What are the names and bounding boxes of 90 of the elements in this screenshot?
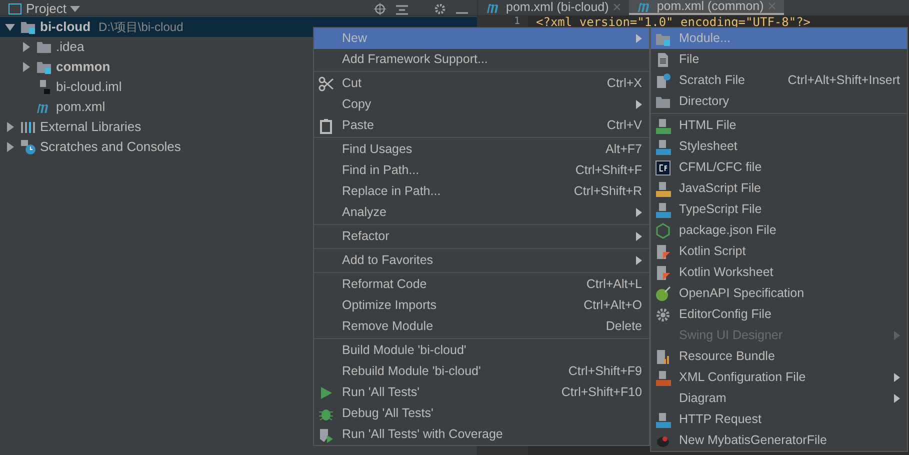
menu-item[interactable]: JavaScript File — [651, 178, 907, 199]
cf-file-icon — [655, 160, 671, 176]
hexagon-icon — [655, 222, 671, 238]
gear-icon — [655, 306, 671, 322]
menu-item[interactable]: XML Configuration File — [651, 367, 907, 388]
menu-item[interactable]: HTML File — [651, 115, 907, 136]
tree-label: bi-cloud.iml — [56, 78, 122, 96]
shortcut-text: Ctrl+Shift+R — [574, 183, 642, 200]
play-icon — [318, 384, 334, 400]
folder-icon — [36, 39, 52, 55]
menu-item[interactable]: package.json File — [651, 220, 907, 241]
menu-item[interactable]: Kotlin Script — [651, 241, 907, 262]
tree-label: common — [56, 58, 110, 76]
menu-item[interactable]: Directory — [651, 91, 907, 112]
kotlin-file-icon — [655, 244, 671, 260]
tree-label: Scratches and Consoles — [40, 138, 181, 156]
menu-item[interactable]: Optimize Imports Ctrl+Alt+O — [314, 295, 649, 316]
menu-item[interactable]: Analyze — [314, 202, 649, 223]
tree-label: pom.xml — [56, 98, 106, 116]
menu-item[interactable]: Find Usages Alt+F7 — [314, 139, 649, 160]
module-folder-icon — [36, 59, 52, 75]
shortcut-text: Ctrl+Shift+F — [575, 162, 642, 180]
menu-item[interactable]: Refactor — [314, 226, 649, 247]
shortcut-text: Ctrl+Shift+F9 — [568, 363, 642, 380]
menu-item[interactable]: Reformat Code Ctrl+Alt+L — [314, 274, 649, 295]
dropdown-caret-icon[interactable] — [70, 6, 80, 12]
menu-item[interactable]: Scratch File Ctrl+Alt+Shift+Insert — [651, 70, 907, 91]
openapi-icon — [655, 286, 671, 302]
menu-item[interactable]: Remove Module Delete — [314, 316, 649, 337]
menu-item[interactable]: New MybatisGeneratorFile — [651, 430, 907, 451]
ts-file-icon — [655, 202, 671, 218]
menu-item[interactable]: Cut Ctrl+X — [314, 73, 649, 94]
expanded-arrow-icon[interactable] — [5, 22, 15, 32]
menu-item[interactable]: Stylesheet — [651, 136, 907, 157]
shortcut-text: Ctrl+V — [606, 117, 642, 134]
menu-item[interactable]: Run 'All Tests' with Coverage — [314, 424, 649, 445]
panel-title[interactable]: Project — [26, 3, 66, 15]
html-file-icon — [655, 118, 671, 134]
code-line: <?xml version="1.0" encoding="UTF-8"?> — [535, 16, 811, 28]
shortcut-text: Alt+F7 — [606, 141, 642, 158]
menu-item[interactable]: TypeScript File — [651, 199, 907, 220]
menu-item[interactable]: Replace in Path... Ctrl+Shift+R — [314, 181, 649, 202]
menu-item[interactable]: Add to Favorites — [314, 250, 649, 271]
library-bars-icon — [20, 119, 36, 135]
tree-path: D:\项目\bi-cloud — [98, 19, 184, 36]
tree-label: bi-cloud — [40, 18, 91, 36]
menu-item[interactable]: Run 'All Tests' Ctrl+Shift+F10 — [314, 382, 649, 403]
shortcut-text: Ctrl+Alt+Shift+Insert — [788, 72, 900, 90]
editor-tab[interactable]: pom.xml (common) — [628, 0, 784, 15]
scratch-clock-icon — [20, 139, 36, 155]
collapse-all-icon[interactable] — [395, 3, 409, 15]
api-file-icon — [655, 412, 671, 428]
xml-file-icon — [655, 370, 671, 386]
target-icon[interactable] — [373, 3, 387, 15]
editor-tab[interactable]: pom.xml (bi-cloud) — [478, 0, 629, 15]
menu-item[interactable]: File — [651, 49, 907, 70]
shortcut-text: Ctrl+Shift+F10 — [561, 384, 642, 402]
menu-item[interactable]: Rebuild Module 'bi-cloud' Ctrl+Shift+F9 — [314, 361, 649, 382]
close-icon[interactable] — [612, 3, 621, 11]
kotlin-file-icon — [655, 264, 671, 280]
line-number: 1 — [478, 16, 528, 27]
menu-item[interactable]: Copy — [314, 94, 649, 115]
css-file-icon — [655, 138, 671, 154]
menu-item[interactable]: CFML/CFC file — [651, 157, 907, 178]
shortcut-text: Ctrl+X — [606, 75, 642, 92]
menu-item[interactable]: Find in Path... Ctrl+Shift+F — [314, 160, 649, 181]
menu-item[interactable]: Kotlin Worksheet — [651, 262, 907, 283]
menu-item[interactable]: Paste Ctrl+V — [314, 115, 649, 136]
module-folder-icon — [20, 19, 36, 35]
menu-item[interactable]: Build Module 'bi-cloud' — [314, 340, 649, 361]
menu-item[interactable]: Add Framework Support... — [314, 49, 649, 70]
scratch-file-icon — [655, 72, 671, 88]
menu-item[interactable]: HTTP Request — [651, 409, 907, 430]
shortcut-text: Ctrl+Alt+L — [586, 276, 642, 294]
bar-chart-file-icon — [655, 348, 671, 364]
tree-label: External Libraries — [40, 118, 142, 136]
shortcut-text: Ctrl+Alt+O — [584, 297, 642, 314]
menu-item[interactable]: Resource Bundle — [651, 346, 907, 367]
file-icon — [655, 52, 671, 68]
menu-item[interactable]: Debug 'All Tests' — [314, 403, 649, 424]
js-file-icon — [655, 180, 671, 196]
shortcut-text: Delete — [606, 318, 642, 336]
tree-label: .idea — [56, 38, 84, 56]
window-icon — [8, 3, 22, 15]
shield-play-icon — [318, 426, 334, 442]
clipboard-icon — [318, 118, 334, 134]
menu-item[interactable]: Diagram — [651, 388, 907, 409]
menu-item[interactable]: EditorConfig File — [651, 304, 907, 325]
scissors-icon — [318, 76, 334, 92]
menu-item[interactable]: OpenAPI Specification — [651, 283, 907, 304]
